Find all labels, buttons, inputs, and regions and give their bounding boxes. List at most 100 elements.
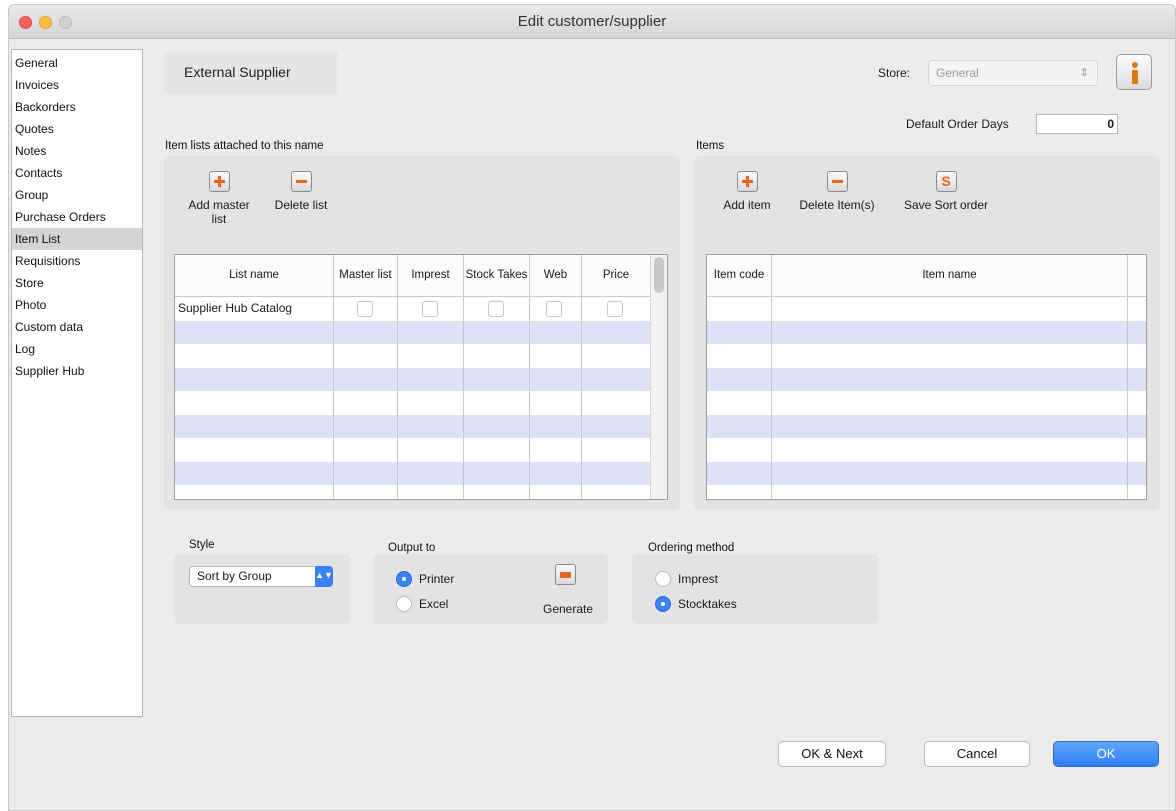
sidebar-item-invoices[interactable]: Invoices: [12, 74, 142, 96]
column-header-imprest[interactable]: Imprest: [398, 255, 464, 296]
table-row[interactable]: [707, 461, 1146, 485]
add-item-button[interactable]: Add item: [712, 171, 782, 212]
table-row[interactable]: [707, 297, 1146, 320]
sidebar-item-quotes[interactable]: Quotes: [12, 118, 142, 140]
sidebar-item-log[interactable]: Log: [12, 338, 142, 360]
sort-icon: S: [935, 171, 957, 192]
column-header-price[interactable]: Price: [582, 255, 651, 296]
column-header-list-name[interactable]: List name: [175, 255, 334, 296]
sidebar-item-group[interactable]: Group: [12, 184, 142, 206]
chevron-updown-icon: ▲▼: [315, 566, 333, 587]
list-name-cell: Supplier Hub Catalog: [178, 301, 293, 315]
add-master-list-label: Add master list: [188, 198, 250, 226]
save-sort-order-label: Save Sort order: [903, 198, 989, 212]
column-header-item-code[interactable]: Item code: [707, 255, 772, 296]
chevron-updown-icon: ⇕: [1079, 67, 1089, 79]
sidebar-item-supplier-hub[interactable]: Supplier Hub: [12, 360, 142, 382]
table-row[interactable]: [175, 461, 651, 485]
table-row[interactable]: [707, 414, 1146, 438]
sidebar-item-photo[interactable]: Photo: [12, 294, 142, 316]
ordering-method-panel: [632, 554, 878, 624]
item-lists-scrollbar[interactable]: [650, 255, 667, 499]
master-checkbox[interactable]: [357, 301, 373, 317]
delete-list-label: Delete list: [274, 198, 328, 212]
sidebar-item-item-list[interactable]: Item List: [12, 228, 142, 250]
table-row[interactable]: [175, 391, 651, 414]
table-row[interactable]: Supplier Hub Catalog: [175, 297, 651, 320]
delete-items-label: Delete Item(s): [799, 198, 875, 212]
store-label: Store:: [878, 66, 911, 80]
ordering-imprest-label: Imprest: [678, 572, 719, 586]
remove-icon: [290, 171, 312, 192]
default-order-days-label: Default Order Days: [906, 117, 1009, 131]
add-master-list-button[interactable]: Add master list: [176, 171, 262, 226]
table-row[interactable]: [707, 485, 1146, 499]
style-select-value: Sort by Group: [197, 569, 272, 583]
sidebar-item-contacts[interactable]: Contacts: [12, 162, 142, 184]
table-row[interactable]: [707, 344, 1146, 367]
scrollbar-thumb[interactable]: [654, 257, 664, 293]
save-sort-order-button[interactable]: S Save Sort order: [894, 171, 998, 212]
item-lists-table-header: List name Master list Imprest Stock Take…: [175, 255, 651, 297]
style-group-label: Style: [189, 539, 215, 551]
column-header-item-name[interactable]: Item name: [772, 255, 1128, 296]
table-row[interactable]: [175, 414, 651, 438]
ordering-imprest-radio[interactable]: [655, 571, 671, 587]
table-row[interactable]: [707, 367, 1146, 391]
delete-items-button[interactable]: Delete Item(s): [788, 171, 886, 212]
window-title: Edit customer/supplier: [517, 13, 667, 30]
table-row[interactable]: [175, 344, 651, 367]
default-order-days-input[interactable]: 0: [1036, 114, 1118, 134]
delete-list-button[interactable]: Delete list: [259, 171, 343, 212]
sidebar-item-custom-data[interactable]: Custom data: [12, 316, 142, 338]
item-lists-table: List name Master list Imprest Stock Take…: [174, 254, 668, 500]
sidebar-item-requisitions[interactable]: Requisitions: [12, 250, 142, 272]
ordering-stocktakes-label: Stocktakes: [678, 597, 737, 611]
store-select[interactable]: General ⇕: [928, 60, 1098, 86]
items-table-header: Item code Item name: [707, 255, 1146, 297]
sidebar-item-purchase-orders[interactable]: Purchase Orders: [12, 206, 142, 228]
sidebar-item-notes[interactable]: Notes: [12, 140, 142, 162]
table-row[interactable]: [175, 438, 651, 461]
add-item-label: Add item: [723, 198, 771, 212]
output-group-label: Output to: [388, 542, 436, 554]
sidebar-item-general[interactable]: General: [12, 52, 142, 74]
info-button[interactable]: [1116, 54, 1152, 90]
table-row[interactable]: [707, 391, 1146, 414]
output-excel-radio[interactable]: [396, 596, 412, 612]
ok-button[interactable]: OK: [1053, 741, 1159, 767]
generate-icon[interactable]: [555, 564, 576, 585]
sidebar-nav: General Invoices Backorders Quotes Notes Cont…: [11, 49, 143, 717]
web-checkbox[interactable]: [546, 301, 562, 317]
output-printer-label: Printer: [419, 572, 455, 586]
ordering-method-group-label: Ordering method: [648, 542, 735, 554]
column-header-web[interactable]: Web: [530, 255, 582, 296]
title-bar: Edit customer/supplier: [9, 5, 1175, 39]
remove-icon: [826, 171, 848, 192]
store-select-value: General: [936, 66, 979, 80]
table-row[interactable]: [175, 367, 651, 391]
sidebar-item-store[interactable]: Store: [12, 272, 142, 294]
price-checkbox[interactable]: [607, 301, 623, 317]
table-row[interactable]: [707, 320, 1146, 344]
output-printer-radio[interactable]: [396, 571, 412, 587]
style-panel: [174, 554, 350, 624]
generate-button[interactable]: Generate: [543, 602, 593, 616]
items-group-label: Items: [696, 140, 725, 152]
output-excel-label: Excel: [419, 597, 449, 611]
sidebar-item-backorders[interactable]: Backorders: [12, 96, 142, 118]
add-icon: [208, 171, 230, 192]
table-row[interactable]: [175, 320, 651, 344]
stocktakes-checkbox[interactable]: [488, 301, 504, 317]
ordering-stocktakes-radio[interactable]: [655, 596, 671, 612]
ok-next-button[interactable]: OK & Next: [778, 741, 886, 767]
page-title: External Supplier: [184, 64, 291, 80]
imprest-checkbox[interactable]: [422, 301, 438, 317]
style-select[interactable]: Sort by Group ▲▼: [189, 566, 333, 587]
column-header-stock-takes[interactable]: Stock Takes: [464, 255, 530, 296]
cancel-button[interactable]: Cancel: [924, 741, 1030, 767]
table-row[interactable]: [707, 438, 1146, 461]
column-header-master-list[interactable]: Master list: [334, 255, 398, 296]
items-table: Item code Item name: [706, 254, 1147, 500]
add-icon: [736, 171, 758, 192]
